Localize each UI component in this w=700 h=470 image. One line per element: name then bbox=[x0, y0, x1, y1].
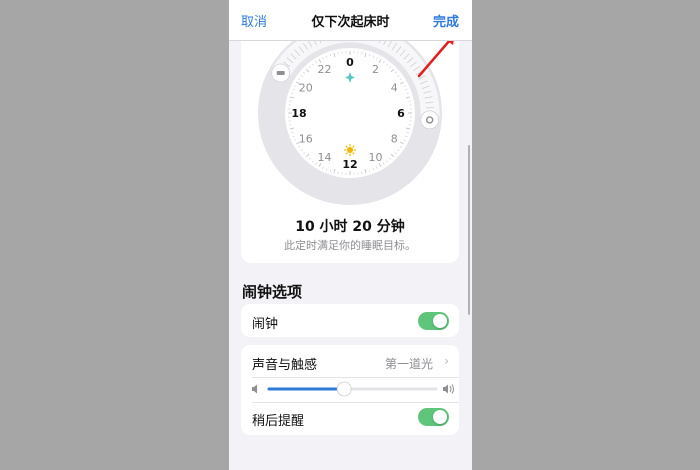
alarm-options-title: 闹钟选项 bbox=[242, 283, 303, 301]
sleep-dial[interactable]: 0 24 6 8 10 12 14 16 18 20 22 bbox=[241, 20, 459, 220]
snooze-toggle[interactable] bbox=[418, 408, 449, 426]
clock-hour-label: 16 bbox=[299, 133, 313, 146]
done-button[interactable]: 完成 bbox=[433, 11, 459, 30]
bed-icon bbox=[276, 71, 285, 75]
clock-hour-label: 8 bbox=[391, 133, 398, 146]
sleep-duration-text: 10 小时 20 分钟 bbox=[295, 219, 405, 235]
clock-hour-label: 18 bbox=[291, 107, 306, 120]
clock-hour-label: 2 bbox=[372, 63, 379, 76]
sun-icon bbox=[343, 143, 357, 157]
clock-hour-label: 14 bbox=[318, 151, 332, 164]
clock-hour-label: 0 bbox=[346, 56, 354, 69]
volume-low-icon bbox=[252, 384, 257, 394]
clock-hour-label: 12 bbox=[342, 158, 357, 171]
sound-label: 声音与触感 bbox=[252, 358, 318, 373]
scroll-indicator[interactable] bbox=[468, 145, 470, 315]
alarm-group: 闹钟 bbox=[241, 304, 459, 337]
toggle-knob bbox=[433, 314, 447, 328]
sound-value: 第一道光 bbox=[384, 357, 433, 371]
toggle-knob bbox=[433, 410, 447, 424]
snooze-label: 稍后提醒 bbox=[252, 414, 305, 429]
alarm-toggle[interactable] bbox=[418, 312, 449, 330]
clock-hour-label: 4 bbox=[391, 82, 398, 95]
volume-high-icon bbox=[443, 384, 454, 394]
volume-thumb[interactable] bbox=[336, 381, 352, 397]
navigation-bar: 取消 仅下次起床时 完成 bbox=[229, 0, 472, 41]
clock-hour-label: 20 bbox=[299, 82, 313, 95]
sound-group: 声音与触感 第一道光 › 稍后提醒 bbox=[241, 345, 459, 435]
arc-tick bbox=[425, 107, 434, 109]
wake-handle[interactable] bbox=[420, 110, 440, 130]
bedtime-handle[interactable] bbox=[271, 63, 291, 83]
phone-screen: 0 2 4 6 8 10 12 14 16 18 20 22 10 小时 20 … bbox=[229, 0, 472, 470]
divider bbox=[252, 402, 459, 403]
chevron-right-icon: › bbox=[444, 354, 449, 368]
volume-slider[interactable] bbox=[241, 378, 459, 402]
alarm-label: 闹钟 bbox=[252, 317, 279, 332]
clock-hour-label: 10 bbox=[369, 151, 383, 164]
clock-hour-label: 22 bbox=[318, 63, 332, 76]
clock-hour-label: 6 bbox=[397, 107, 405, 120]
sound-row[interactable]: 声音与触感 第一道光 › bbox=[241, 345, 459, 377]
sleep-goal-text: 此定时满足你的睡眠目标。 bbox=[284, 239, 416, 252]
